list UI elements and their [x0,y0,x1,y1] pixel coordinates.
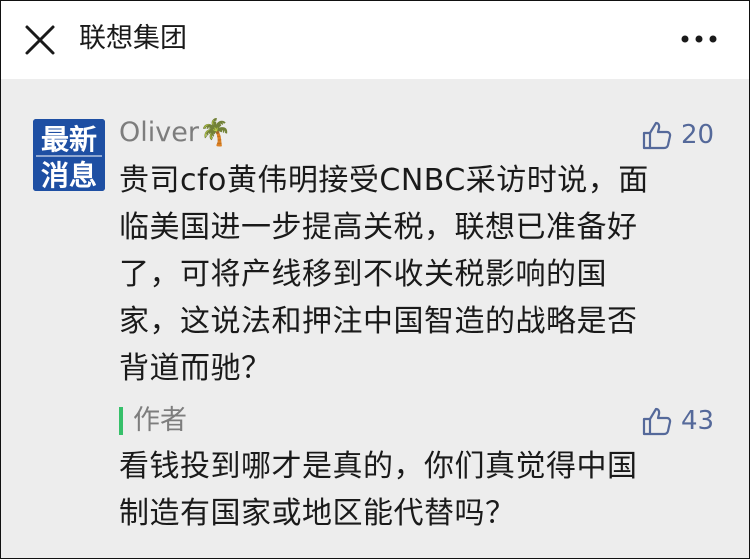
title-bar: 联想集团 [1,1,749,79]
palm-tree-icon: 🌴 [198,118,232,148]
avatar-logo: 最新 消息 [33,119,105,191]
comment-line: 背道而驰？ [119,351,272,386]
more-icon [681,35,717,43]
avatar-text-bottom: 消息 [41,159,97,191]
reply-line: 制造有国家或地区能代替吗？ [119,496,516,531]
commenter-name-text: Oliver [119,117,199,148]
comment-line: 了，可将产线移到不收关税影响的国 [119,257,607,292]
thumbs-up-icon [642,121,672,150]
comment-section: 最新 消息 Oliver🌴 20 贵司cfo黄伟明接受CNBC采访时说，面 临美… [1,79,749,558]
avatar-text-top: 最新 [41,123,97,156]
page-title: 联想集团 [79,23,187,54]
reply-line: 看钱投到哪才是真的，你们真觉得中国 [119,449,638,484]
app-window: 联想集团 最新 消息 Oliver🌴 20 贵司cfo黄伟明接受CNBC采访时说… [0,0,750,559]
comment-line: 家，这说法和押注中国智造的战略是否 [119,304,638,339]
close-button[interactable] [23,23,57,57]
reply-text: 看钱投到哪才是真的，你们真觉得中国 制造有国家或地区能代替吗？ [119,443,719,537]
close-icon [25,25,55,55]
reply-like-button[interactable]: 43 [641,401,714,441]
comment-like-count: 20 [681,120,715,150]
comment-like-button[interactable]: 20 [641,115,714,155]
avatar[interactable]: 最新 消息 [33,119,105,191]
more-button[interactable] [677,25,721,53]
comment-text: 贵司cfo黄伟明接受CNBC采访时说，面 临美国进一步提高关税，联想已准备好 了… [119,157,719,392]
comment-line: 贵司cfo黄伟明接受CNBC采访时说，面 [119,163,649,198]
comment-line: 临美国进一步提高关税，联想已准备好 [119,210,638,245]
thumbs-up-icon [642,407,672,436]
reply-like-count: 43 [681,406,715,436]
reply-indicator-bar [119,407,123,435]
commenter-name[interactable]: Oliver🌴 [119,113,231,153]
reply-author: 作者 [133,405,187,436]
